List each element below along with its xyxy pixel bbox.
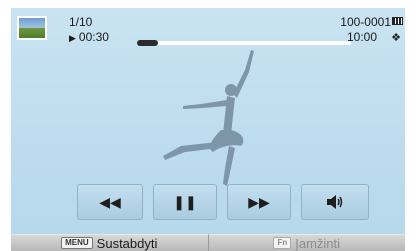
- menu-key-badge: MENU: [61, 237, 93, 249]
- progress-bar[interactable]: [137, 40, 351, 46]
- total-time: 10:00: [346, 30, 377, 44]
- softkey-bar: MENU Sustabdyti Fn Įamžinti: [11, 234, 405, 251]
- battery-icon: [392, 17, 403, 25]
- file-counter: 1/10: [69, 15, 93, 29]
- fast-forward-icon: ▶▶: [248, 193, 270, 210]
- file-number: 100-0001: [340, 15, 391, 29]
- pause-button[interactable]: ❚❚: [153, 184, 217, 220]
- rewind-icon: ◀◀: [99, 193, 121, 210]
- stop-label: Sustabdyti: [96, 235, 158, 251]
- volume-icon: [327, 195, 343, 209]
- ballerina-silhouette: [163, 50, 254, 186]
- shake-reduction-icon: ❖: [391, 32, 401, 44]
- image-thumbnail-icon: [17, 16, 47, 40]
- fn-key-badge: Fn: [273, 237, 292, 249]
- play-icon: ▶: [69, 33, 76, 43]
- elapsed-time: 00:30: [78, 30, 109, 44]
- playback-panel: 1/10 ▶ 00:30 100-0001 10:00 ❖ ◀◀ ❚❚ ▶▶ M…: [11, 8, 405, 251]
- elapsed-row: ▶ 00:30: [69, 30, 109, 45]
- video-playback-screen: 1/10 ▶ 00:30 100-0001 10:00 ❖ ◀◀ ❚❚ ▶▶ M…: [0, 0, 416, 251]
- pause-icon: ❚❚: [173, 193, 197, 210]
- capture-softkey[interactable]: Fn Įamžinti: [207, 234, 405, 251]
- stop-softkey[interactable]: MENU Sustabdyti: [11, 234, 208, 251]
- fast-forward-button[interactable]: ▶▶: [227, 184, 291, 220]
- progress-fill: [137, 40, 159, 46]
- capture-label: Įamžinti: [295, 235, 341, 251]
- rewind-button[interactable]: ◀◀: [77, 184, 143, 220]
- volume-button[interactable]: [301, 184, 369, 220]
